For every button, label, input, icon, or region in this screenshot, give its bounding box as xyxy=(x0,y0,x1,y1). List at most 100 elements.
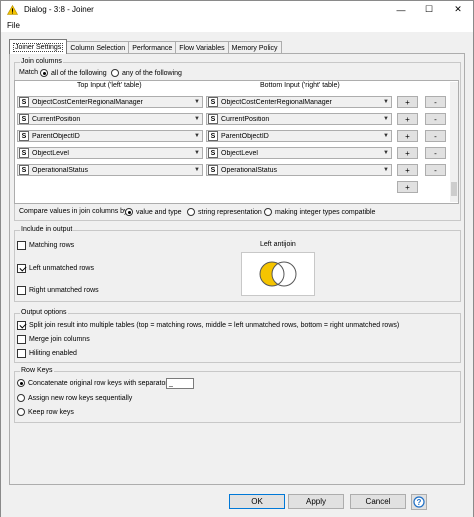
merge-columns-label: Merge join columns xyxy=(29,336,90,343)
match-any-radio[interactable]: any of the following xyxy=(111,69,182,77)
compare-value-type-radio[interactable]: value and type xyxy=(125,208,182,216)
left-column-value: OperationalStatus xyxy=(32,166,89,174)
right-column-select[interactable]: S OperationalStatus ▼ xyxy=(206,164,392,176)
remove-row-button[interactable]: - xyxy=(425,113,446,125)
checkbox-icon xyxy=(17,286,26,295)
left-column-value: ParentObjectID xyxy=(32,132,80,140)
right-column-value: ObjectCostCenterRegionalManager xyxy=(221,98,332,106)
add-row-button[interactable]: + xyxy=(397,147,418,159)
radio-icon xyxy=(17,379,25,387)
string-type-icon: S xyxy=(208,114,218,124)
left-column-select[interactable]: S ObjectCostCenterRegionalManager ▼ xyxy=(17,96,203,108)
title-bar[interactable]: Dialog - 3:8 - Joiner — ☐ ✕ xyxy=(1,1,473,18)
tab-strip: Joiner Settings Column Selection Perform… xyxy=(9,39,282,54)
compare-integer-radio[interactable]: making integer types compatible xyxy=(264,208,375,216)
radio-icon xyxy=(40,69,48,77)
checkbox-icon xyxy=(17,264,26,273)
add-row-button[interactable]: + xyxy=(397,96,418,108)
merge-columns-checkbox[interactable]: Merge join columns xyxy=(17,335,90,344)
chevron-down-icon: ▼ xyxy=(194,99,200,105)
separator-input[interactable]: _ xyxy=(166,378,194,389)
radio-icon xyxy=(17,394,25,402)
right-column-value: ObjectLevel xyxy=(221,149,258,157)
add-row-button[interactable]: + xyxy=(397,181,418,193)
keep-keys-radio[interactable]: Keep row keys xyxy=(17,408,74,416)
right-column-select[interactable]: S CurrentPosition ▼ xyxy=(206,113,392,125)
right-unmatched-checkbox[interactable]: Right unmatched rows xyxy=(17,286,99,295)
help-button[interactable]: ? xyxy=(411,494,427,510)
warning-icon xyxy=(7,4,18,15)
window-title: Dialog - 3:8 - Joiner xyxy=(24,5,94,14)
close-button[interactable]: ✕ xyxy=(443,1,473,18)
join-columns-scrollbar[interactable] xyxy=(450,82,458,202)
right-column-select[interactable]: S ParentObjectID ▼ xyxy=(206,130,392,142)
cancel-button[interactable]: Cancel xyxy=(350,494,406,509)
right-column-value: OperationalStatus xyxy=(221,166,278,174)
keep-keys-label: Keep row keys xyxy=(28,408,74,416)
minimize-button[interactable]: — xyxy=(387,1,415,18)
left-column-select[interactable]: S ObjectLevel ▼ xyxy=(17,147,203,159)
chevron-down-icon: ▼ xyxy=(194,167,200,173)
chevron-down-icon: ▼ xyxy=(194,116,200,122)
remove-row-button[interactable]: - xyxy=(425,164,446,176)
split-result-checkbox[interactable]: Split join result into multiple tables (… xyxy=(17,321,399,330)
remove-row-button[interactable]: - xyxy=(425,130,446,142)
radio-icon xyxy=(17,408,25,416)
add-row-button[interactable]: + xyxy=(397,130,418,142)
venn-title: Left antijoin xyxy=(260,241,296,248)
match-all-label: all of the following xyxy=(51,69,107,77)
tab-joiner-settings[interactable]: Joiner Settings xyxy=(9,39,68,54)
left-column-select[interactable]: S OperationalStatus ▼ xyxy=(17,164,203,176)
radio-icon xyxy=(125,208,133,216)
apply-button[interactable]: Apply xyxy=(288,494,344,509)
chevron-down-icon: ▼ xyxy=(383,133,389,139)
right-column-select[interactable]: S ObjectCostCenterRegionalManager ▼ xyxy=(206,96,392,108)
left-column-select[interactable]: S CurrentPosition ▼ xyxy=(17,113,203,125)
left-column-select[interactable]: S ParentObjectID ▼ xyxy=(17,130,203,142)
assign-new-keys-radio[interactable]: Assign new row keys sequentially xyxy=(17,394,132,402)
hiliting-checkbox[interactable]: Hiliting enabled xyxy=(17,349,77,358)
checkbox-icon xyxy=(17,321,26,330)
join-columns-legend: Join columns xyxy=(20,58,63,65)
right-column-value: ParentObjectID xyxy=(221,132,269,140)
checkbox-icon xyxy=(17,349,26,358)
string-type-icon: S xyxy=(19,97,29,107)
right-column-value: CurrentPosition xyxy=(221,115,270,123)
matching-rows-checkbox[interactable]: Matching rows xyxy=(17,241,74,250)
top-input-header: Top Input ('left' table) xyxy=(77,82,142,89)
string-type-icon: S xyxy=(19,114,29,124)
match-label: Match xyxy=(19,69,39,76)
right-column-select[interactable]: S ObjectLevel ▼ xyxy=(206,147,392,159)
ok-button[interactable]: OK xyxy=(229,494,285,509)
left-column-value: ObjectCostCenterRegionalManager xyxy=(32,98,143,106)
row-keys-legend: Row Keys xyxy=(20,367,54,374)
checkbox-icon xyxy=(17,241,26,250)
maximize-button[interactable]: ☐ xyxy=(415,1,443,18)
concatenate-keys-radio[interactable]: Concatenate original row keys with separ… xyxy=(17,379,168,387)
left-unmatched-label: Left unmatched rows xyxy=(29,265,94,272)
menu-file[interactable]: File xyxy=(7,21,20,30)
chevron-down-icon: ▼ xyxy=(383,150,389,156)
string-type-icon: S xyxy=(19,148,29,158)
left-column-value: ObjectLevel xyxy=(32,149,69,157)
remove-row-button[interactable]: - xyxy=(425,147,446,159)
match-any-label: any of the following xyxy=(122,69,182,77)
string-type-icon: S xyxy=(19,131,29,141)
radio-icon xyxy=(264,208,272,216)
add-row-button[interactable]: + xyxy=(397,113,418,125)
assign-new-keys-label: Assign new row keys sequentially xyxy=(28,394,133,402)
concatenate-keys-label: Concatenate original row keys with separ… xyxy=(28,379,168,387)
match-all-radio[interactable]: all of the following xyxy=(40,69,107,77)
add-row-button[interactable]: + xyxy=(397,164,418,176)
compare-label: Compare values in join columns by xyxy=(19,208,128,215)
compare-string-radio[interactable]: string representation xyxy=(187,208,262,216)
remove-row-button[interactable]: - xyxy=(425,96,446,108)
chevron-down-icon: ▼ xyxy=(383,167,389,173)
chevron-down-icon: ▼ xyxy=(194,133,200,139)
scrollbar-thumb[interactable] xyxy=(451,182,457,196)
checkbox-icon xyxy=(17,335,26,344)
chevron-down-icon: ▼ xyxy=(383,116,389,122)
chevron-down-icon: ▼ xyxy=(383,99,389,105)
left-unmatched-checkbox[interactable]: Left unmatched rows xyxy=(17,264,94,273)
dialog-window: Dialog - 3:8 - Joiner — ☐ ✕ File Joiner … xyxy=(0,0,474,517)
